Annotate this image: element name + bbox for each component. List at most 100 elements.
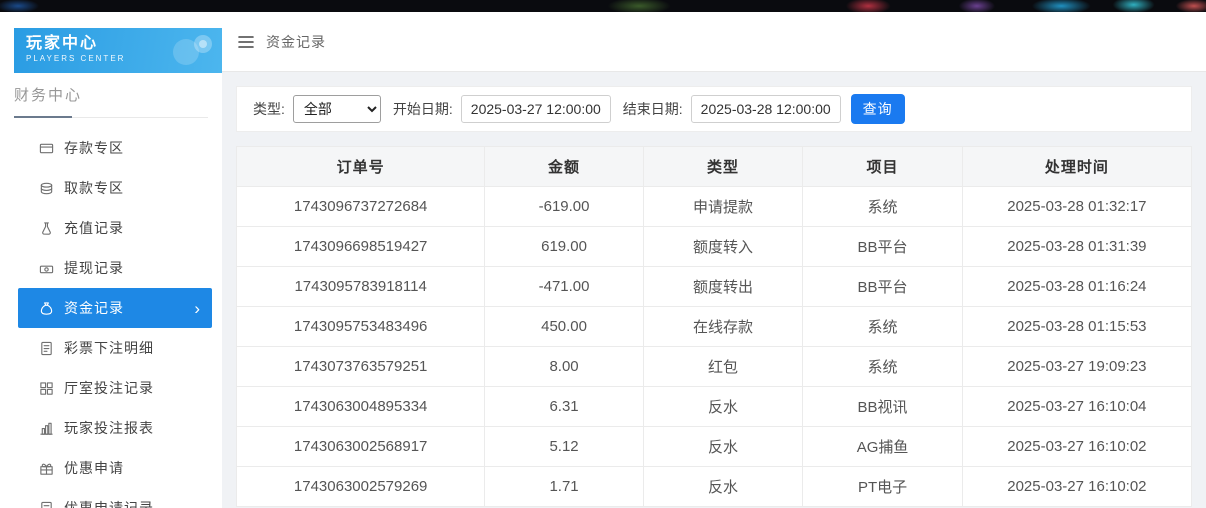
sidebar-item-label: 充值记录	[64, 218, 124, 238]
funds-records-icon	[38, 300, 54, 316]
table-cell: -619.00	[485, 187, 644, 227]
recharge-records-icon	[38, 220, 54, 236]
type-label: 类型:	[253, 99, 285, 119]
main-area: 资金记录 类型: 全部 开始日期: 结束日期: 查询	[222, 12, 1206, 508]
table-row: 1743096698519427619.00额度转入BB平台2025-03-28…	[237, 227, 1192, 267]
records-table: 订单号金额类型项目处理时间 1743096737272684-619.00申请提…	[236, 146, 1192, 507]
sidebar-item-recharge-records[interactable]: 充值记录	[18, 208, 212, 248]
lottery-bet-details-icon	[38, 340, 54, 356]
column-header: 项目	[803, 147, 962, 187]
sidebar-item-funds-records[interactable]: 资金记录 ›	[18, 288, 212, 328]
table-row: 17430630025792691.71反水PT电子2025-03-27 16:…	[237, 467, 1192, 507]
sidebar-section-title: 财务中心	[14, 85, 208, 107]
table-cell: 1743095783918114	[237, 267, 485, 307]
table-cell: -471.00	[485, 267, 644, 307]
table-cell: 额度转入	[643, 227, 802, 267]
table-row: 17430630025689175.12反水AG捕鱼2025-03-27 16:…	[237, 427, 1192, 467]
page-title: 资金记录	[266, 32, 326, 52]
table-cell: 在线存款	[643, 307, 802, 347]
table-cell: 1.71	[485, 467, 644, 507]
sidebar-item-promo-apply-records[interactable]: 优惠申请记录	[18, 488, 212, 508]
table-cell: BB平台	[803, 267, 962, 307]
table-row: 17430737635792518.00红包系统2025-03-27 19:09…	[237, 347, 1192, 387]
sidebar-item-label: 玩家投注报表	[64, 418, 154, 438]
withdraw-zone-icon	[38, 180, 54, 196]
sidebar-menu: 存款专区取款专区充值记录提现记录资金记录›彩票下注明细厅室投注记录玩家投注报表优…	[0, 118, 222, 508]
sidebar-item-lottery-bet-details[interactable]: 彩票下注明细	[18, 328, 212, 368]
table-cell: 反水	[643, 427, 802, 467]
deposit-zone-icon	[38, 140, 54, 156]
table-cell: 1743073763579251	[237, 347, 485, 387]
sidebar-item-label: 优惠申请	[64, 458, 124, 478]
sidebar-item-label: 彩票下注明细	[64, 338, 154, 358]
column-header: 订单号	[237, 147, 485, 187]
table-cell: 2025-03-28 01:16:24	[962, 267, 1191, 307]
sidebar-item-deposit-zone[interactable]: 存款专区	[18, 128, 212, 168]
table-cell: 619.00	[485, 227, 644, 267]
table-cell: 申请提款	[643, 187, 802, 227]
table-cell: 系统	[803, 307, 962, 347]
start-date-label: 开始日期:	[393, 99, 453, 119]
table-cell: 1743063002579269	[237, 467, 485, 507]
table-row: 1743096737272684-619.00申请提款系统2025-03-28 …	[237, 187, 1192, 227]
table-cell: 1743096737272684	[237, 187, 485, 227]
logo: 玩家中心 PLAYERS CENTER	[14, 28, 222, 73]
search-button[interactable]: 查询	[851, 94, 905, 124]
table-cell: BB视讯	[803, 387, 962, 427]
table-cell: 2025-03-28 01:32:17	[962, 187, 1191, 227]
end-date-input[interactable]	[691, 95, 841, 123]
promo-apply-records-icon	[38, 500, 54, 508]
chevron-right-icon: ›	[194, 300, 200, 317]
column-header: 类型	[643, 147, 802, 187]
table-cell: 额度转出	[643, 267, 802, 307]
sidebar-item-label: 厅室投注记录	[64, 378, 154, 398]
sidebar-item-promo-apply[interactable]: 优惠申请	[18, 448, 212, 488]
sidebar-item-withdraw-zone[interactable]: 取款专区	[18, 168, 212, 208]
table-cell: 450.00	[485, 307, 644, 347]
top-banner	[0, 0, 1206, 12]
table-cell: 2025-03-27 16:10:02	[962, 467, 1191, 507]
table-cell: 系统	[803, 347, 962, 387]
table-cell: 1743096698519427	[237, 227, 485, 267]
table-cell: 8.00	[485, 347, 644, 387]
hall-bet-records-icon	[38, 380, 54, 396]
table-cell: 2025-03-28 01:15:53	[962, 307, 1191, 347]
table-row: 17430630048953346.31反水BB视讯2025-03-27 16:…	[237, 387, 1192, 427]
player-bet-report-icon	[38, 420, 54, 436]
sidebar-item-label: 存款专区	[64, 138, 124, 158]
table-cell: 系统	[803, 187, 962, 227]
sidebar: 玩家中心 PLAYERS CENTER 财务中心 存款专区取款专区充值记录提现记…	[0, 12, 222, 508]
layout: 玩家中心 PLAYERS CENTER 财务中心 存款专区取款专区充值记录提现记…	[0, 12, 1206, 508]
table-row: 1743095753483496450.00在线存款系统2025-03-28 0…	[237, 307, 1192, 347]
table-cell: PT电子	[803, 467, 962, 507]
table-cell: 2025-03-27 16:10:02	[962, 427, 1191, 467]
promo-apply-icon	[38, 460, 54, 476]
type-select[interactable]: 全部	[293, 95, 381, 123]
table-cell: 1743063004895334	[237, 387, 485, 427]
filter-bar: 类型: 全部 开始日期: 结束日期: 查询	[236, 86, 1192, 132]
column-header: 金额	[485, 147, 644, 187]
content: 类型: 全部 开始日期: 结束日期: 查询 订单号金额类型项目	[222, 72, 1206, 508]
table-cell: 反水	[643, 467, 802, 507]
sidebar-item-player-bet-report[interactable]: 玩家投注报表	[18, 408, 212, 448]
table-header-row: 订单号金额类型项目处理时间	[237, 147, 1192, 187]
table-cell: 1743095753483496	[237, 307, 485, 347]
sidebar-section: 财务中心	[14, 85, 208, 118]
table-cell: 6.31	[485, 387, 644, 427]
table-cell: 反水	[643, 387, 802, 427]
table-cell: 1743063002568917	[237, 427, 485, 467]
table-cell: 2025-03-27 16:10:04	[962, 387, 1191, 427]
table-cell: BB平台	[803, 227, 962, 267]
start-date-input[interactable]	[461, 95, 611, 123]
breadcrumb: 资金记录	[222, 12, 1206, 72]
table-cell: 2025-03-27 19:09:23	[962, 347, 1191, 387]
sidebar-item-hall-bet-records[interactable]: 厅室投注记录	[18, 368, 212, 408]
table-row: 1743095783918114-471.00额度转出BB平台2025-03-2…	[237, 267, 1192, 307]
sidebar-item-label: 资金记录	[64, 298, 124, 318]
column-header: 处理时间	[962, 147, 1191, 187]
menu-toggle-icon[interactable]	[238, 35, 254, 49]
table-cell: 红包	[643, 347, 802, 387]
end-date-label: 结束日期:	[623, 99, 683, 119]
sidebar-item-withdrawal-records[interactable]: 提现记录	[18, 248, 212, 288]
withdrawal-records-icon	[38, 260, 54, 276]
